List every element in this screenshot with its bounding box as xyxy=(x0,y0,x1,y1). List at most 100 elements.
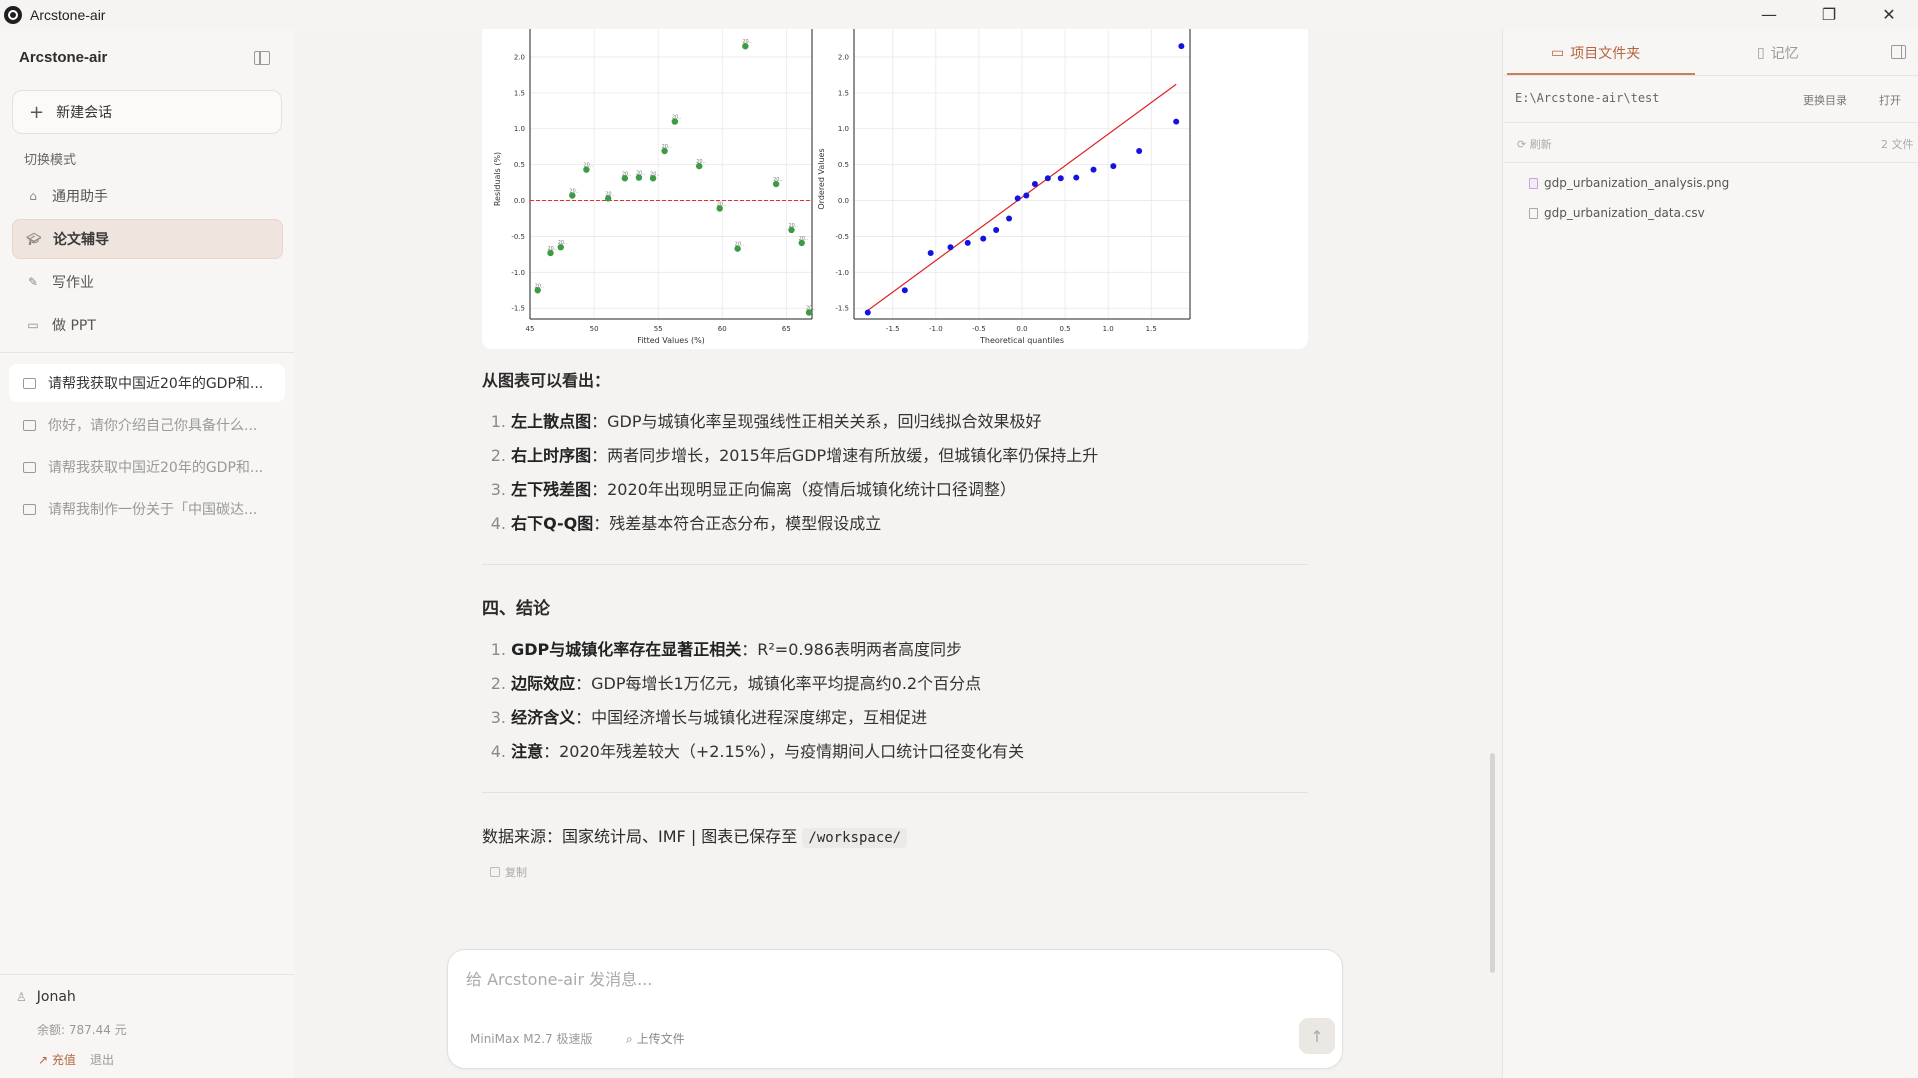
list-number: 3. xyxy=(490,480,506,499)
file-item[interactable]: gdp_urbanization_data.csv xyxy=(1529,206,1705,220)
observation-item: 2. 右上时序图：两者同步增长，2015年后GDP增速有所放缓，但城镇化率仍保持… xyxy=(482,442,1098,466)
list-number: 3. xyxy=(490,708,506,727)
chat-bubble-icon xyxy=(23,377,36,389)
residual-plot: 45 50 55 60 65 -1.5 -1.0 -0.5 0.0 0.5 1.0 1.5 2.0 Fit… xyxy=(493,19,816,345)
pencil-icon: ✎ xyxy=(27,275,39,289)
mode-item-label: 通用助手 xyxy=(52,189,108,205)
sidebar: Arcstone-air + 新建会话 切换模式 ⌂ 通用助手 🎓︎ 论文辅导 … xyxy=(0,29,294,1078)
mode-item-thesis[interactable]: 🎓︎ 论文辅导 xyxy=(12,219,283,259)
user-profile[interactable]: ♙ Jonah xyxy=(16,989,76,1005)
list-number: 4. xyxy=(490,514,506,533)
x-tick-label: -0.5 xyxy=(972,325,986,333)
data-point xyxy=(864,309,871,316)
point-label: 20.. xyxy=(622,171,632,177)
point-label: 20.. xyxy=(558,240,568,246)
minimize-button[interactable]: — xyxy=(1740,0,1798,29)
list-number: 1. xyxy=(490,412,506,431)
x-tick-label: 50 xyxy=(590,325,599,333)
logout-link[interactable]: 退出 xyxy=(90,1051,114,1068)
panel-divider xyxy=(1503,75,1918,76)
x-tick-label: 65 xyxy=(782,325,791,333)
recharge-link[interactable]: ↗ 充值 xyxy=(38,1051,76,1068)
sidebar-divider xyxy=(0,974,294,975)
conclusion-item: 1. GDP与城镇化率存在显著正相关：R²=0.986表明两者高度同步 xyxy=(482,636,962,660)
point-label: 20.. xyxy=(717,201,727,207)
chat-history-item[interactable]: 请帮我获取中国近20年的GDP和... xyxy=(9,448,285,486)
tab-label: 记忆 xyxy=(1770,46,1799,62)
list-item-text: ：R²=0.986表明两者高度同步 xyxy=(741,640,962,659)
model-selector[interactable]: MiniMax M2.7 极速版 xyxy=(470,1030,593,1047)
y-tick-label: 0.0 xyxy=(838,197,849,205)
maximize-button[interactable]: ❐ xyxy=(1800,0,1858,29)
data-point xyxy=(1057,175,1064,182)
point-label: 20.. xyxy=(548,246,558,252)
y-tick-label: -1.0 xyxy=(511,269,525,277)
tab-project-folder[interactable]: ▭ 项目文件夹 xyxy=(1551,43,1640,63)
qq-plot: -1.5 -1.0 -0.5 0.0 0.5 1.0 1.5 -1.5 -1.0 -0.5 0.0 0… xyxy=(817,19,1191,345)
point-label: 20.. xyxy=(696,159,706,165)
chat-history-item[interactable]: 请帮我制作一份关于「中国碳达... xyxy=(9,490,285,528)
csv-file-icon xyxy=(1529,207,1538,219)
point-label: 20.. xyxy=(605,191,615,197)
app-logo-icon xyxy=(4,5,22,24)
y-tick-label: -1.5 xyxy=(835,305,849,313)
y-tick-label: 0.0 xyxy=(514,197,525,205)
chat-history-item[interactable]: 你好，请你介绍自己你具备什么... xyxy=(9,406,285,444)
copy-button[interactable]: 复制 xyxy=(490,864,527,880)
conclusion-item: 2. 边际效应：GDP每增长1万亿元，城镇化率平均提高约0.2个百分点 xyxy=(482,670,981,694)
data-point xyxy=(1173,118,1180,125)
list-item-text: ：2020年残差较大（+2.15%），与疫情期间人口统计口径变化有关 xyxy=(543,742,1025,761)
chat-scrollbar[interactable] xyxy=(1490,753,1495,973)
message-input-box[interactable]: 给 Arcstone-air 发消息... MiniMax M2.7 极速版 ⌕… xyxy=(447,949,1343,1069)
chat-bubble-icon xyxy=(23,503,36,515)
user-icon: ♙ xyxy=(16,990,27,1004)
file-item[interactable]: gdp_urbanization_analysis.png xyxy=(1529,176,1729,190)
data-point xyxy=(947,244,954,251)
list-number: 4. xyxy=(490,742,506,761)
open-folder-button[interactable]: 打开 xyxy=(1879,92,1901,108)
toggle-panel-icon[interactable] xyxy=(1891,45,1906,59)
mode-item-ppt[interactable]: ▭ 做 PPT xyxy=(12,305,283,345)
point-label: 20.. xyxy=(735,242,745,248)
data-point xyxy=(993,226,1000,233)
upload-file-button[interactable]: ⌕ 上传文件 xyxy=(626,1030,685,1047)
observation-item: 1. 左上散点图：GDP与城镇化率呈现强线性正相关关系，回归线拟合效果极好 xyxy=(482,408,1042,432)
point-label: 20.. xyxy=(806,306,816,312)
list-item-title: 注意 xyxy=(511,742,544,761)
data-point xyxy=(1136,148,1143,154)
list-number: 2. xyxy=(490,674,506,693)
list-item-text: ：残差基本符合正态分布，模型假设成立 xyxy=(593,514,882,533)
data-point xyxy=(1073,174,1080,181)
tab-memory[interactable]: ▯ 记忆 xyxy=(1757,43,1799,63)
list-item-text: ：两者同步增长，2015年后GDP增速有所放缓，但城镇化率仍保持上升 xyxy=(591,446,1099,465)
new-chat-button[interactable]: + 新建会话 xyxy=(12,90,282,134)
mode-item-general[interactable]: ⌂ 通用助手 xyxy=(12,176,283,216)
list-item-title: 右上时序图 xyxy=(511,446,592,465)
y-tick-label: 1.0 xyxy=(514,125,525,133)
x-tick-label: -1.5 xyxy=(886,325,900,333)
observation-item: 3. 左下残差图：2020年出现明显正向偏离（疫情后城镇化统计口径调整） xyxy=(482,476,1016,500)
mode-item-homework[interactable]: ✎ 写作业 xyxy=(12,262,283,302)
point-label: 20.. xyxy=(636,171,646,177)
data-point xyxy=(1006,215,1013,222)
section-divider xyxy=(482,564,1308,565)
chat-history-item[interactable]: 请帮我获取中国近20年的GDP和... xyxy=(9,364,285,402)
copy-label: 复制 xyxy=(505,866,527,879)
refresh-button[interactable]: ⟳ 刷新 xyxy=(1517,136,1552,152)
close-button[interactable]: ✕ xyxy=(1860,0,1918,29)
recharge-label: 充值 xyxy=(51,1053,76,1067)
x-axis-label: Theoretical quantiles xyxy=(979,336,1064,345)
file-name: gdp_urbanization_data.csv xyxy=(1544,206,1705,220)
list-number: 1. xyxy=(490,640,506,659)
list-item-text: ：GDP与城镇化率呈现强线性正相关关系，回归线拟合效果极好 xyxy=(591,412,1042,431)
collapse-sidebar-icon[interactable] xyxy=(254,51,270,65)
y-tick-label: 1.5 xyxy=(514,89,525,97)
data-point xyxy=(964,239,971,246)
send-button[interactable]: ↑ xyxy=(1299,1018,1335,1054)
message-input[interactable]: 给 Arcstone-air 发消息... xyxy=(466,966,652,990)
data-point xyxy=(1044,175,1051,182)
change-dir-button[interactable]: 更换目录 xyxy=(1803,92,1847,108)
y-axis-label: Ordered Values xyxy=(817,148,826,209)
file-name: gdp_urbanization_analysis.png xyxy=(1544,176,1730,190)
list-item-text: ：2020年出现明显正向偏离（疫情后城镇化统计口径调整） xyxy=(591,480,1016,499)
